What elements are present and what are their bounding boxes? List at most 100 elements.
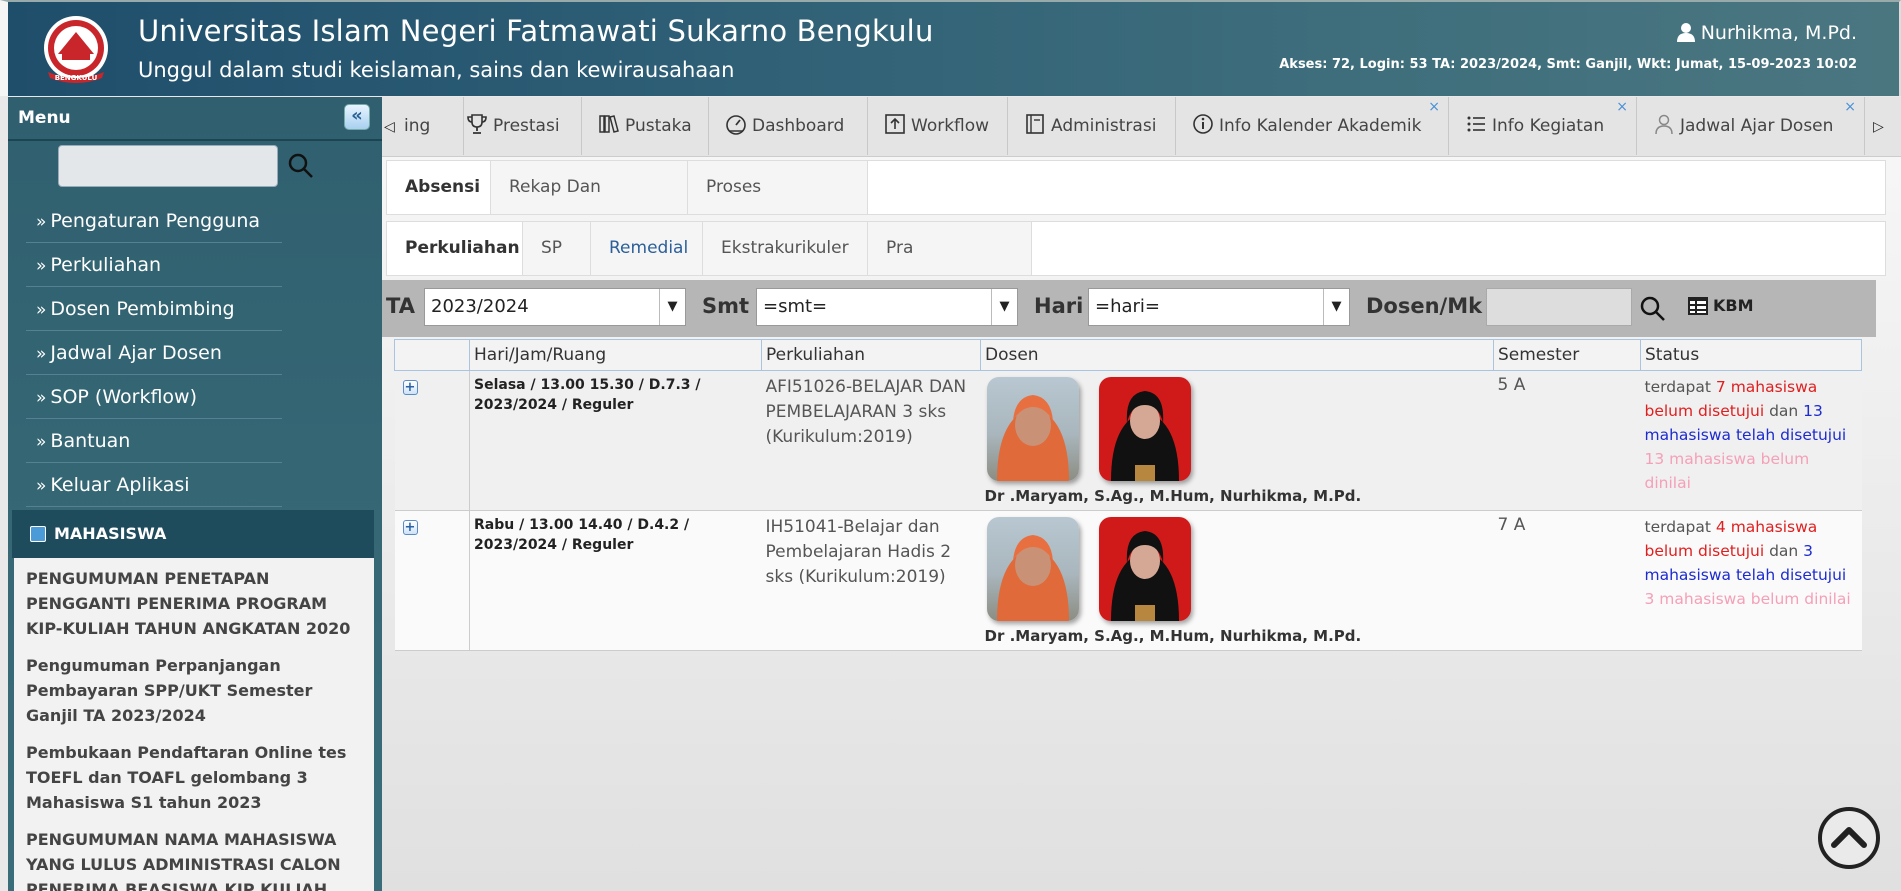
ta-value: 2023/2024: [431, 296, 529, 317]
dosen-cell: Dr .Maryam, S.Ag., M.Hum, Nurhikma, M.Pd…: [980, 370, 1494, 511]
column-header[interactable]: Status: [1640, 339, 1862, 371]
subtabs-level1: Absensi Rekap Dan Laporan Proses Kehadir…: [386, 160, 1886, 250]
tab-prestasi[interactable]: Prestasi: [450, 97, 582, 155]
chevron-right-icon: »: [36, 212, 47, 232]
chevron-down-icon[interactable]: ▼: [991, 289, 1017, 325]
tab-scroll-left-icon[interactable]: ◁: [384, 119, 395, 135]
tab-label: Info Kalender Akademik: [1219, 116, 1422, 136]
sidebar-item-dosen-pembimbing[interactable]: » Dosen Pembimbing: [26, 287, 282, 331]
tab-info-kalender-akademik[interactable]: Info Kalender Akademik ×: [1176, 97, 1449, 155]
tab-label: Workflow: [911, 116, 990, 136]
semester-cell: 7 A: [1493, 510, 1641, 651]
dosen-names: Dr .Maryam, S.Ag., M.Hum, Nurhikma, M.Pd…: [984, 487, 1362, 505]
news-item[interactable]: PENGUMUMAN PENETAPAN PENGGANTI PENERIMA …: [26, 566, 362, 641]
semester-value: 7 A: [1497, 515, 1526, 535]
search-icon[interactable]: [288, 153, 314, 179]
chevron-right-icon: »: [36, 432, 47, 452]
sidebar-item-sop-workflow[interactable]: » SOP (Workflow): [26, 375, 282, 419]
subtab-rekap-dan-laporan[interactable]: Rekap Dan Laporan: [491, 161, 688, 250]
column-header[interactable]: Dosen: [980, 339, 1494, 371]
sidebar-search-input[interactable]: [58, 145, 278, 187]
mahasiswa-section-header[interactable]: MAHASISWA: [12, 510, 374, 558]
hari-cell: Selasa / 13.00 15.30 / D.7.3 / 2023/2024…: [469, 370, 762, 511]
perkuliahan-text: AFI51026-BELAJAR DAN PEMBELAJARAN 3 sks …: [765, 377, 967, 447]
news-item[interactable]: Pembukaan Pendaftaran Online tes TOEFL d…: [26, 740, 362, 815]
subtab-perkuliahan[interactable]: Perkuliahan: [387, 222, 523, 275]
hari-jam-ruang: Rabu / 13.00 14.40 / D.4.2 / 2023/2024 /…: [474, 517, 690, 553]
chevron-down-icon[interactable]: ▼: [659, 289, 685, 325]
chevron-right-icon: »: [36, 388, 47, 408]
menu-title: Menu: [18, 108, 71, 128]
status-prefix: terdapat: [1644, 378, 1716, 396]
collapse-sidebar-button[interactable]: «: [344, 104, 370, 130]
user-icon: [1676, 23, 1695, 42]
news-item[interactable]: PENGUMUMAN NAMA MAHASISWA YANG LULUS ADM…: [26, 827, 362, 891]
expand-cell: +: [394, 370, 470, 511]
chevron-right-icon: »: [36, 344, 47, 364]
upload-icon: [885, 114, 905, 134]
hari-select[interactable]: =hari= ▼: [1088, 288, 1350, 326]
column-header[interactable]: Semester: [1493, 339, 1641, 371]
status-belum-dinilai[interactable]: 13 mahasiswa belum dinilai: [1645, 450, 1810, 492]
tab-dashboard[interactable]: Dashboard: [709, 97, 868, 155]
hari-jam-ruang: Selasa / 13.00 15.30 / D.7.3 / 2023/2024…: [474, 377, 701, 413]
table-header-row: Hari/Jam/Ruang Perkuliahan Dosen Semeste…: [394, 339, 1862, 371]
column-header[interactable]: Hari/Jam/Ruang: [469, 339, 762, 371]
lecturer-photo: [986, 517, 1079, 621]
sidebar-item-jadwal-ajar-dosen[interactable]: » Jadwal Ajar Dosen: [26, 331, 282, 375]
lecturer-photo: [1098, 377, 1191, 481]
status-belum-dinilai[interactable]: 3 mahasiswa belum dinilai: [1645, 590, 1851, 608]
main-content: ◁ ing Prestasi Pustaka Dashboard Workflo…: [382, 97, 1901, 891]
subtab-sp[interactable]: SP: [523, 222, 591, 275]
table-row[interactable]: + Selasa / 13.00 15.30 / D.7.3 / 2023/20…: [394, 370, 1862, 511]
chevron-right-icon: »: [36, 300, 47, 320]
close-icon[interactable]: ×: [1616, 78, 1628, 136]
sidebar-item-label: Pengaturan Pengguna: [50, 210, 261, 232]
tab-label: Dashboard: [752, 116, 845, 136]
subtabs-level2: Perkuliahan SP Remedial Ekstrakurikuler …: [386, 221, 1886, 311]
sidebar-item-label: Keluar Aplikasi: [50, 474, 190, 496]
close-icon[interactable]: ×: [1428, 78, 1440, 136]
status-cell: terdapat 4 mahasiswa belum disetujui dan…: [1640, 510, 1862, 651]
tab-label: Prestasi: [493, 116, 560, 136]
column-header: [394, 339, 470, 371]
column-header[interactable]: Perkuliahan: [761, 339, 981, 371]
user-name-label: Nurhikma, M.Pd.: [1700, 22, 1857, 44]
subtab-proses-kehadiran[interactable]: Proses Kehadiran: [688, 161, 868, 250]
scroll-to-top-button[interactable]: [1818, 807, 1880, 869]
status-conjunction: dan: [1764, 542, 1804, 560]
dosen-mk-input[interactable]: [1486, 288, 1632, 326]
sidebar-item-bantuan[interactable]: » Bantuan: [26, 419, 282, 463]
subtab-ekstrakurikuler[interactable]: Ekstrakurikuler: [703, 222, 868, 275]
subtab-pra-perkuliahan[interactable]: Pra Perkuliahan: [868, 222, 1032, 311]
expand-icon[interactable]: +: [402, 520, 418, 535]
tab-workflow[interactable]: Workflow: [868, 97, 1008, 155]
tab-jadwal-ajar-dosen[interactable]: Jadwal Ajar Dosen ×: [1637, 97, 1865, 155]
tab-info-kegiatan[interactable]: Info Kegiatan ×: [1449, 97, 1637, 155]
gauge-icon: [726, 115, 746, 135]
user-menu[interactable]: Nurhikma, M.Pd.: [1676, 22, 1857, 44]
hari-cell: Rabu / 13.00 14.40 / D.4.2 / 2023/2024 /…: [469, 510, 762, 651]
table-row[interactable]: + Rabu / 13.00 14.40 / D.4.2 / 2023/2024…: [394, 510, 1862, 651]
chevron-down-icon[interactable]: ▼: [1323, 289, 1349, 325]
kbm-button[interactable]: KBM: [1687, 296, 1754, 316]
subtab-remedial[interactable]: Remedial: [591, 222, 703, 275]
section-toggle-icon: [30, 526, 46, 542]
sidebar-item-perkuliahan[interactable]: » Perkuliahan: [26, 243, 282, 287]
smt-select[interactable]: =smt= ▼: [756, 288, 1018, 326]
sidebar-item-pengaturan-pengguna[interactable]: » Pengaturan Pengguna: [26, 199, 282, 243]
subtab-absensi[interactable]: Absensi: [387, 161, 491, 214]
news-item[interactable]: Pengumuman Perpanjangan Pembayaran SPP/U…: [26, 653, 362, 728]
sidebar: Menu « » Pengaturan Pengguna » Perkuliahan…: [8, 97, 382, 891]
tab-scroll-right-icon[interactable]: ▷: [1873, 119, 1884, 135]
ta-select[interactable]: 2023/2024 ▼: [424, 288, 686, 326]
expand-icon[interactable]: +: [402, 380, 418, 395]
chevron-up-icon: [1831, 827, 1867, 848]
search-icon[interactable]: [1640, 296, 1666, 322]
filter-bar: TA : 2023/2024 ▼ Smt : =smt= ▼ Hari : =h…: [382, 280, 1876, 337]
close-icon[interactable]: ×: [1844, 78, 1856, 136]
tab-pustaka[interactable]: Pustaka: [582, 97, 709, 155]
tab-label: ing: [404, 116, 431, 136]
tab-administrasi[interactable]: Administrasi: [1008, 97, 1176, 155]
sidebar-item-keluar-aplikasi[interactable]: » Keluar Aplikasi: [26, 463, 282, 507]
